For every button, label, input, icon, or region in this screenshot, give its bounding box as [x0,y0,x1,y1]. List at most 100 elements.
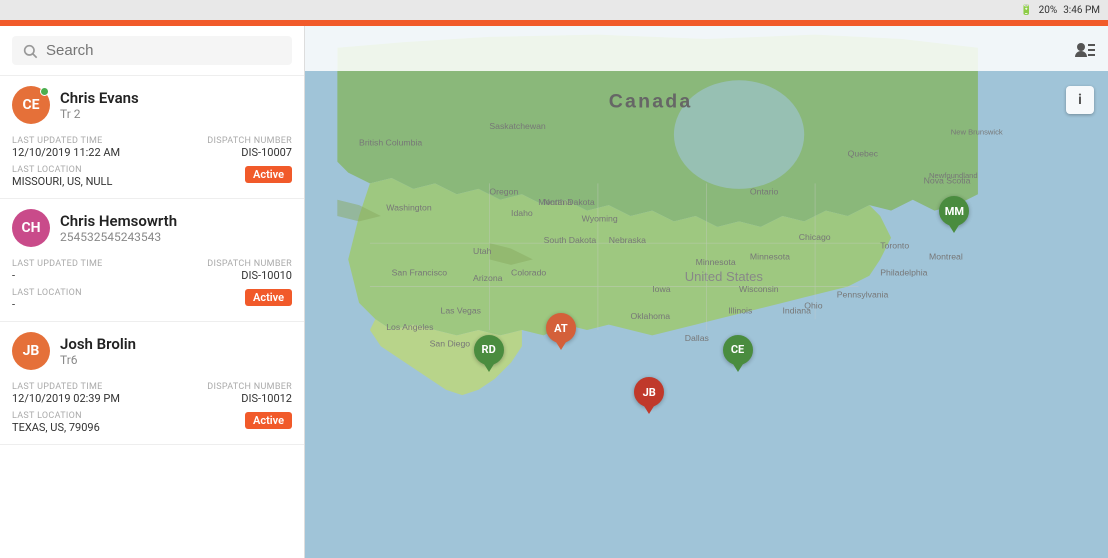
search-wrapper [12,36,292,65]
location-block: LAST LOCATION - [12,284,82,311]
status-bar: 🔋 20% 3:46 PM [0,0,1108,20]
battery-icon: 🔋 [1020,5,1032,16]
driver-card-ch[interactable]: CH Chris Hemsowrth 254532545243543 LAST … [0,199,304,322]
dispatch-label: DISPATCH NUMBER [207,136,292,146]
detail-updated-block: LAST UPDATED TIME 12/10/2019 02:39 PM [12,378,152,405]
svg-text:British Columbia: British Columbia [359,137,422,147]
map-pin-pin-mm[interactable]: MM [939,196,969,233]
location-row: LAST LOCATION - Active [12,284,292,311]
svg-text:Colorado: Colorado [511,268,546,278]
driver-header: CE Chris Evans Tr 2 [12,86,292,124]
dispatch-label: DISPATCH NUMBER [207,382,292,392]
svg-text:United States: United States [685,269,764,284]
battery-level: 20% [1039,5,1058,16]
svg-text:Idaho: Idaho [511,208,533,218]
svg-text:South Dakota: South Dakota [544,235,597,245]
svg-text:Oregon: Oregon [489,186,518,196]
svg-text:Illinois: Illinois [728,306,753,316]
user-list-icon [1074,40,1096,58]
dispatch-label: DISPATCH NUMBER [207,259,292,269]
time-display: 3:46 PM [1063,5,1100,16]
svg-text:Wyoming: Wyoming [582,213,618,223]
location-label: LAST LOCATION [12,288,82,298]
driver-details: LAST UPDATED TIME 12/10/2019 02:39 PM DI… [12,378,292,405]
svg-text:Ontario: Ontario [750,186,779,196]
updated-value: 12/10/2019 11:22 AM [12,146,152,159]
svg-text:Dallas: Dallas [685,333,710,343]
driver-initials: JB [23,343,40,359]
svg-text:Ohio: Ohio [804,300,822,310]
sidebar: CE Chris Evans Tr 2 LAST UPDATED TIME 12… [0,26,305,558]
svg-text:Minnesota: Minnesota [696,257,736,267]
dispatch-value: DIS-10007 [241,146,292,159]
driver-card-jb[interactable]: JB Josh Brolin Tr6 LAST UPDATED TIME 12/… [0,322,304,445]
driver-header: JB Josh Brolin Tr6 [12,332,292,370]
pin-circle: AT [546,313,576,343]
driver-card-ce[interactable]: CE Chris Evans Tr 2 LAST UPDATED TIME 12… [0,76,304,199]
location-value: MISSOURI, US, NULL [12,175,112,188]
updated-label: LAST UPDATED TIME [12,136,152,146]
svg-text:Wisconsin: Wisconsin [739,284,779,294]
info-button[interactable]: i [1066,86,1094,114]
detail-updated-block: LAST UPDATED TIME 12/10/2019 11:22 AM [12,132,152,159]
updated-value: - [12,269,152,282]
pin-circle: JB [634,377,664,407]
svg-text:Saskatchewan: Saskatchewan [489,121,546,131]
driver-initials: CH [21,220,40,236]
svg-text:Pennsylvania: Pennsylvania [837,289,889,299]
svg-text:Minnesota: Minnesota [750,251,790,261]
status-badge: Active [245,289,292,306]
svg-text:Chicago: Chicago [799,232,831,242]
svg-text:Newfoundland: Newfoundland [929,171,978,180]
map-background: Canada United States Chicago Toronto Mon… [305,26,1108,558]
search-bar [0,26,304,76]
svg-text:Washington: Washington [386,203,432,213]
driver-avatar: JB [12,332,50,370]
map-pin-pin-at[interactable]: AT [546,313,576,350]
pin-circle: MM [939,196,969,226]
driver-avatar: CE [12,86,50,124]
driver-initials: CE [22,97,39,113]
pin-tail [733,364,743,372]
map-pin-pin-rd[interactable]: RD [474,335,504,372]
driver-sub: 254532545243543 [60,230,292,244]
location-value: TEXAS, US, 79096 [12,421,100,434]
driver-list: CE Chris Evans Tr 2 LAST UPDATED TIME 12… [0,76,304,445]
svg-text:Quebec: Quebec [848,148,879,158]
detail-dispatch-block: DISPATCH NUMBER DIS-10007 [152,132,292,159]
driver-details: LAST UPDATED TIME 12/10/2019 11:22 AM DI… [12,132,292,159]
updated-label: LAST UPDATED TIME [12,382,152,392]
dispatch-value: DIS-10010 [241,269,292,282]
user-list-button[interactable] [1074,40,1096,58]
search-icon [22,43,38,59]
map-header [305,26,1108,71]
location-value: - [12,298,82,311]
map-area: Canada United States Chicago Toronto Mon… [305,26,1108,558]
svg-text:Los Angeles: Los Angeles [386,322,434,332]
svg-text:Las Vegas: Las Vegas [441,306,482,316]
svg-text:Oklahoma: Oklahoma [631,311,671,321]
info-icon: i [1078,92,1082,108]
map-pin-pin-jb[interactable]: JB [634,377,664,414]
map-pin-pin-ce[interactable]: CE [723,335,753,372]
svg-text:San Diego: San Diego [430,338,471,348]
pin-tail [556,342,566,350]
driver-name-block: Josh Brolin Tr6 [60,335,292,367]
pin-tail [949,225,959,233]
svg-text:Canada: Canada [609,90,693,112]
main-layout: CE Chris Evans Tr 2 LAST UPDATED TIME 12… [0,26,1108,558]
updated-label: LAST UPDATED TIME [12,259,152,269]
location-block: LAST LOCATION MISSOURI, US, NULL [12,161,112,188]
detail-dispatch-block: DISPATCH NUMBER DIS-10010 [152,255,292,282]
location-row: LAST LOCATION TEXAS, US, 79096 Active [12,407,292,434]
location-row: LAST LOCATION MISSOURI, US, NULL Active [12,161,292,188]
svg-text:San Francisco: San Francisco [392,268,448,278]
driver-name-block: Chris Evans Tr 2 [60,89,292,121]
location-label: LAST LOCATION [12,165,112,175]
status-badge: Active [245,166,292,183]
pin-tail [644,406,654,414]
pin-circle: CE [723,335,753,365]
search-input[interactable] [46,42,282,59]
pin-tail [484,364,494,372]
pin-circle: RD [474,335,504,365]
